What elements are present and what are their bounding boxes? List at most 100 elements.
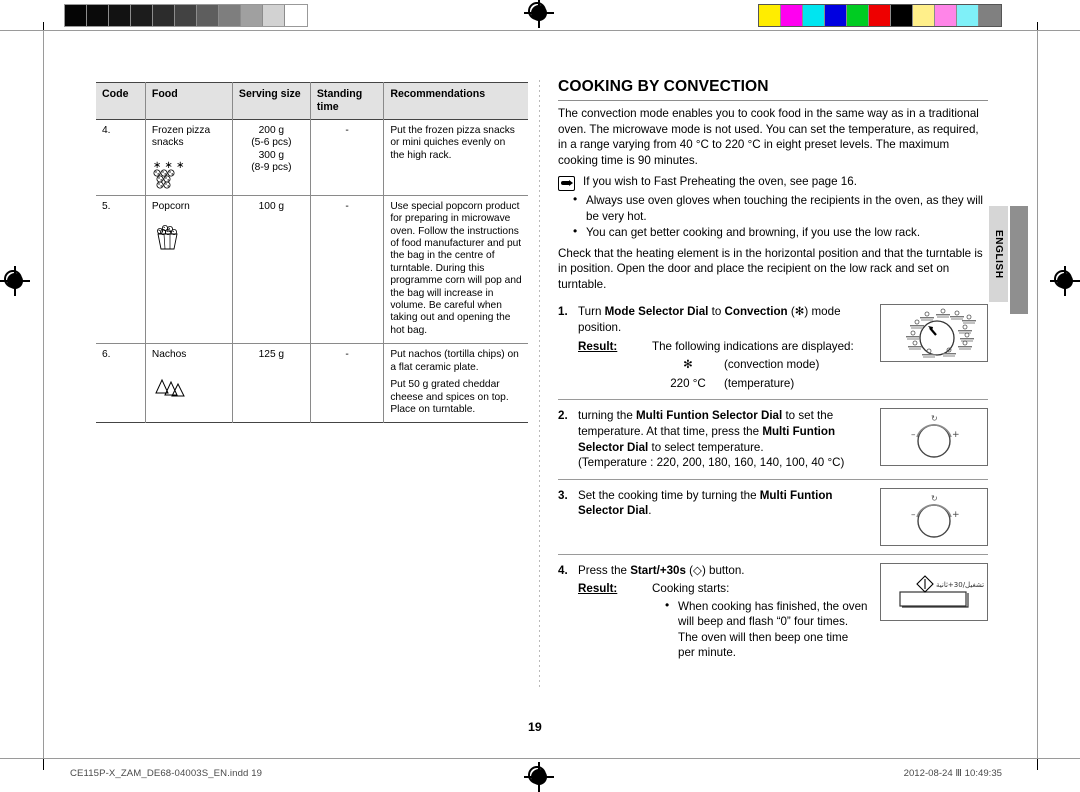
step-text-span: turning the [578,409,637,423]
color-swatch [979,5,1001,26]
step-text: turning the Multi Funtion Selector Dial … [578,408,868,455]
step-text: Press the Start/+30s (◇) button. [578,563,868,579]
cell-code: 6. [96,343,146,423]
table-row: 4. Frozen pizza snacks ∗ ∗ ∗ 200 g (5-6 pcs)… [96,119,528,196]
color-swatch [957,5,979,26]
indication-symbol: ✻ [683,358,693,372]
recommendation-paragraph: Put 50 g grated cheddar cheese and spice… [390,379,509,415]
color-swatch [803,5,825,26]
cell-recommendations: Use special popcorn product for preparin… [384,195,528,343]
serving-size-line: 100 g [258,200,285,212]
popcorn-bag-icon [156,225,178,250]
recommendation-paragraph: Put the frozen pizza snacks or mini quic… [390,125,515,161]
serving-size-line: 125 g [258,349,285,361]
gray-swatch [219,5,241,26]
serving-size-line: (8-9 pcs) [251,162,292,174]
gray-swatch [197,5,219,26]
cell-serving-size: 125 g [232,343,311,423]
step-extra-line: (Temperature : 220, 200, 180, 160, 140, … [578,456,845,470]
svg-text:↻: ↻ [931,494,938,503]
cell-food: Popcorn [145,195,233,344]
column-header-food: Food [145,82,233,120]
gray-swatch [87,5,109,26]
serving-size-line: 300 g [258,149,285,161]
step-text-span: to [708,305,725,319]
step-body: turning the Multi Funtion Selector Dial … [578,408,876,470]
print-footer: CE115P-X_ZAM_DE68-04003S_EN.indd 19 2012… [0,760,1080,792]
safety-bullet-item: You can get better cooking and browning,… [573,224,988,240]
nachos-chips-icon [155,378,185,397]
step-text-emphasis: Multi Funtion Selector Dial [636,409,783,423]
cell-serving-size: 100 g [232,195,311,344]
step-text: Set the cooking time by turning the Mult… [578,488,868,519]
preheating-note-text: If you wish to Fast Preheating the oven,… [583,175,857,189]
result-label: Result: [578,582,618,596]
food-name: Popcorn [151,200,190,212]
step-3: 3. Set the cooking time by turning the Mu… [558,478,988,546]
column-header-code: Code [96,82,146,120]
preheating-note: If you wish to Fast Preheating the oven,… [558,174,988,192]
manual-page: Code Food Serving size Standing time Rec… [0,34,1080,760]
rack-instructions-paragraph: Check that the heating element is in the… [558,246,983,291]
step-4: 4. Press the Start/+30s (◇) button. Result… [558,553,988,662]
svg-text:+: + [952,430,960,440]
auto-cook-food-table: Code Food Serving size Standing time Rec… [96,82,528,423]
gray-swatch [65,5,87,26]
grayscale-swatch-row [64,4,308,27]
svg-text:–: – [911,510,916,520]
cell-recommendations: Put the frozen pizza snacks or mini quic… [384,120,528,196]
result-bullet-item: When cooking has finished, the oven will… [665,598,868,661]
result-text: Cooking starts: [652,582,730,596]
step-text-span: Set the cooking time by turning the [578,488,760,502]
serving-size-line: 200 g [258,125,285,136]
svg-text:+: + [952,510,960,520]
step-text-span: (◇) button. [685,563,745,577]
cell-code: 4. [96,119,146,196]
numbered-steps-list: 1. Turn Mode Selector Dial to Convection … [558,300,988,661]
start-plus-30s-button-diagram: تشغيل/30+ثانية [880,562,988,621]
footer-filename: CE115P-X_ZAM_DE68-04003S_EN.indd 19 [70,768,263,779]
table-body: 4. Frozen pizza snacks ∗ ∗ ∗ 200 g (5-6 pcs)… [96,119,528,423]
indication-description: (convection mode) [724,358,820,372]
language-tab-label: ENGLISH [993,229,1004,279]
result-content: The following indications are displayed:… [652,339,868,392]
step-body: Set the cooking time by turning the Mult… [578,488,876,519]
gray-swatch [175,5,197,26]
page-title: COOKING BY CONVECTION [558,78,988,101]
table-header-row: Code Food Serving size Standing time Rec… [96,82,528,120]
step-number: 4. [558,563,568,577]
svg-text:↻: ↻ [931,414,938,423]
serving-size-line: (5-6 pcs) [251,137,292,149]
step-text-emphasis: Mode Selector Dial [604,305,709,319]
color-swatch [891,5,913,26]
section-intro-paragraph: The convection mode enables you to cook … [558,107,979,167]
step-text-span: . [648,504,652,518]
gray-swatch [241,5,263,26]
cell-standing-time: - [310,119,385,196]
result-block: Result: The following indications are dis… [578,339,868,392]
step-number: 1. [558,305,568,319]
food-name: Frozen pizza snacks [151,125,211,149]
result-label: Result: [578,339,618,353]
step-text-emphasis: Start/+30s [630,563,686,577]
svg-text:∗ ∗ ∗: ∗ ∗ ∗ [153,160,185,171]
result-content: Cooking starts: When cooking has finished… [652,581,868,661]
svg-text:تشغيل/30+ثانية: تشغيل/30+ثانية [936,581,984,589]
pointing-hand-icon [558,176,575,192]
multi-function-selector-dial-diagram: ↻ – + [880,487,988,546]
step-number: 2. [558,409,568,423]
cell-standing-time: - [310,195,385,344]
registration-target-icon-top [524,0,554,28]
gray-swatch [263,5,285,26]
mode-selector-dial-diagram [880,304,988,363]
result-bullet-list: When cooking has finished, the oven will… [652,598,868,661]
pizza-snacks-icon: ∗ ∗ ∗ [153,160,185,189]
column-header-serving-size: Serving size [232,82,311,120]
page-number: 19 [528,720,542,734]
recommendation-paragraph: Put nachos (tortilla chips) on a flat ce… [390,349,519,373]
color-swatch [913,5,935,26]
color-swatch [781,5,803,26]
result-block: Result: Cooking starts: When cooking has f… [578,581,868,661]
language-tab: ENGLISH [989,206,1008,302]
multi-function-selector-dial-diagram: ↻ – + [880,408,988,467]
